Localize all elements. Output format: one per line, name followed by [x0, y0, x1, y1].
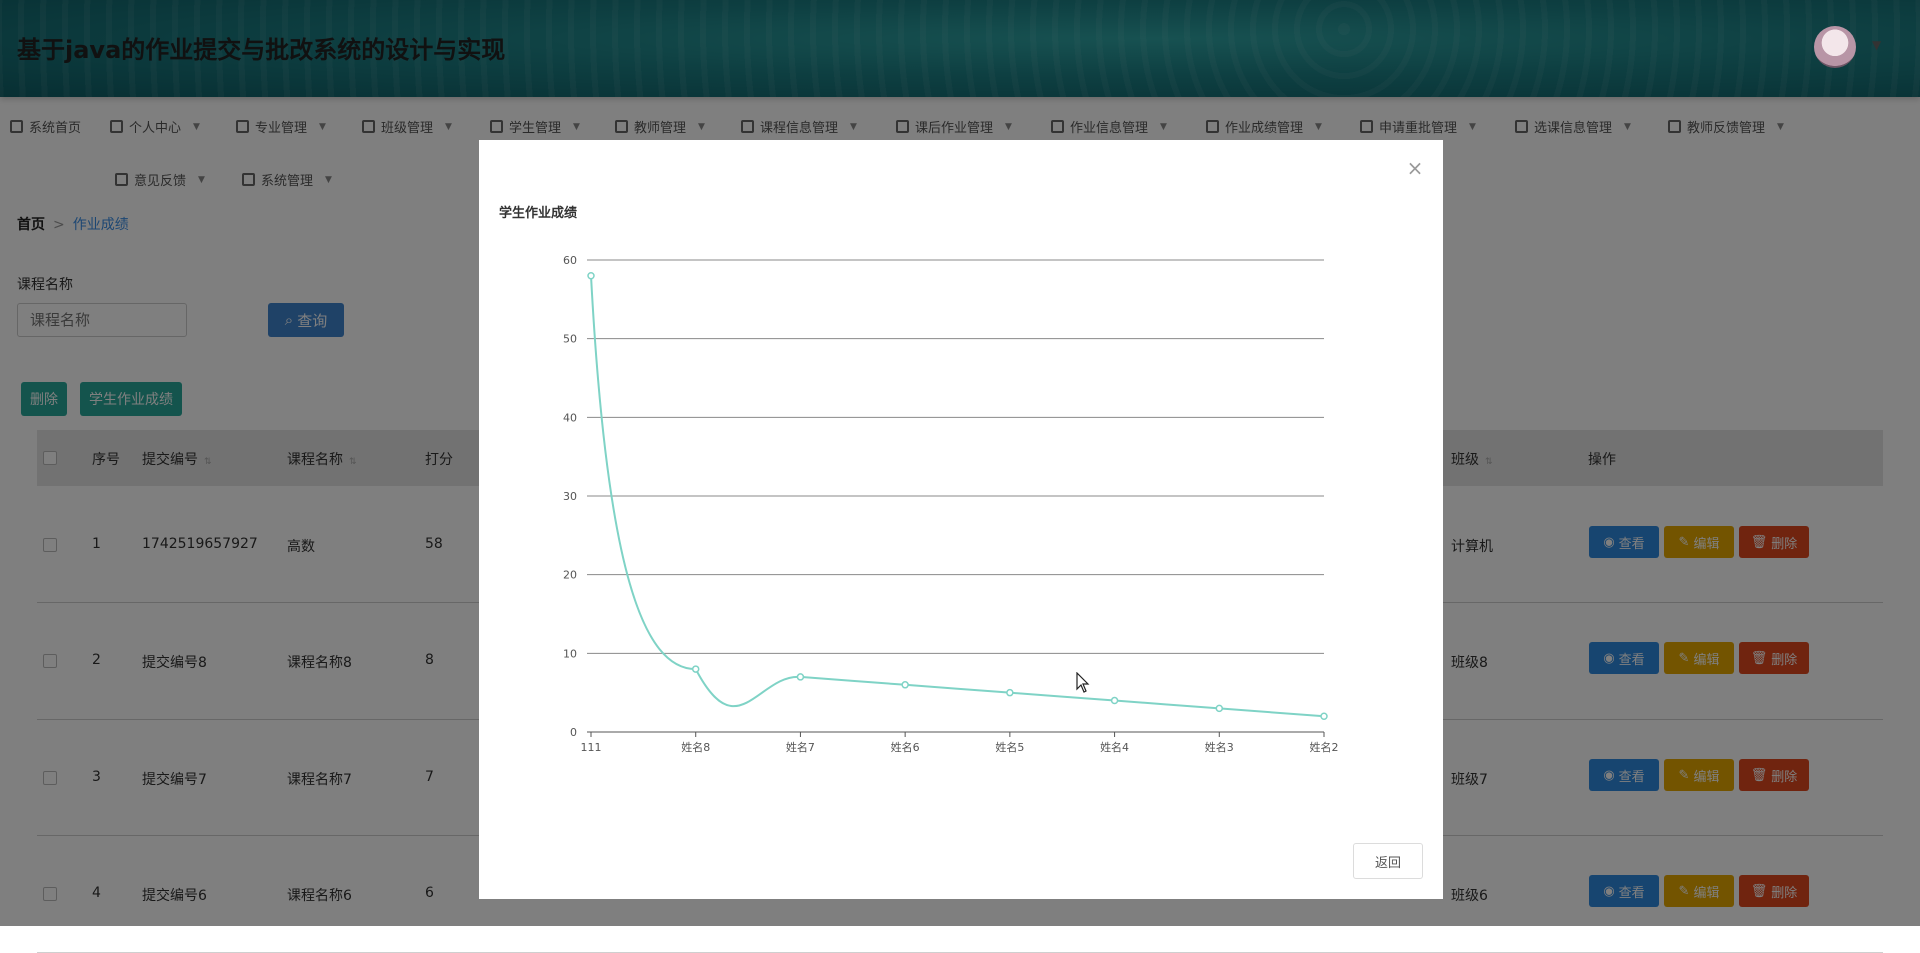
y-tick-label: 0 — [570, 726, 577, 739]
x-tick-label: 姓名6 — [891, 740, 920, 754]
x-tick-label: 姓名4 — [1100, 740, 1129, 754]
mouse-cursor-icon — [1076, 672, 1090, 693]
chevron-down-icon[interactable]: ▼ — [1872, 38, 1881, 52]
x-tick-label: 姓名3 — [1205, 740, 1234, 754]
data-point — [1215, 704, 1224, 713]
y-tick-label: 60 — [563, 254, 577, 267]
y-tick-label: 20 — [563, 569, 577, 582]
x-tick-label: 姓名8 — [681, 740, 710, 754]
x-tick-label: 姓名7 — [786, 740, 815, 754]
y-tick-label: 50 — [563, 333, 577, 346]
y-tick-label: 40 — [563, 411, 577, 424]
back-button[interactable]: 返回 — [1353, 843, 1423, 879]
x-tick-label: 111 — [581, 741, 602, 754]
data-point — [1006, 688, 1014, 697]
data-point — [691, 665, 700, 673]
chart-title: 学生作业成绩 — [499, 206, 578, 221]
data-point — [1110, 696, 1119, 705]
user-avatar[interactable] — [1814, 26, 1856, 68]
data-point — [1320, 712, 1328, 721]
x-tick-label: 姓名5 — [995, 740, 1024, 754]
y-tick-label: 10 — [563, 647, 577, 660]
data-point — [901, 681, 909, 689]
x-tick-label: 姓名2 — [1310, 740, 1339, 754]
site-title: 基于java的作业提交与批改系统的设计与实现 — [17, 36, 506, 64]
data-point — [796, 673, 805, 681]
grade-line-chart: 0 10 20 30 40 50 60 111 姓名8 姓名7 姓名6 姓名5 姓名4 姓名3 姓名2 — [563, 254, 1339, 754]
data-point — [587, 271, 595, 280]
close-icon[interactable]: × — [1405, 156, 1425, 180]
y-tick-label: 30 — [563, 490, 577, 503]
